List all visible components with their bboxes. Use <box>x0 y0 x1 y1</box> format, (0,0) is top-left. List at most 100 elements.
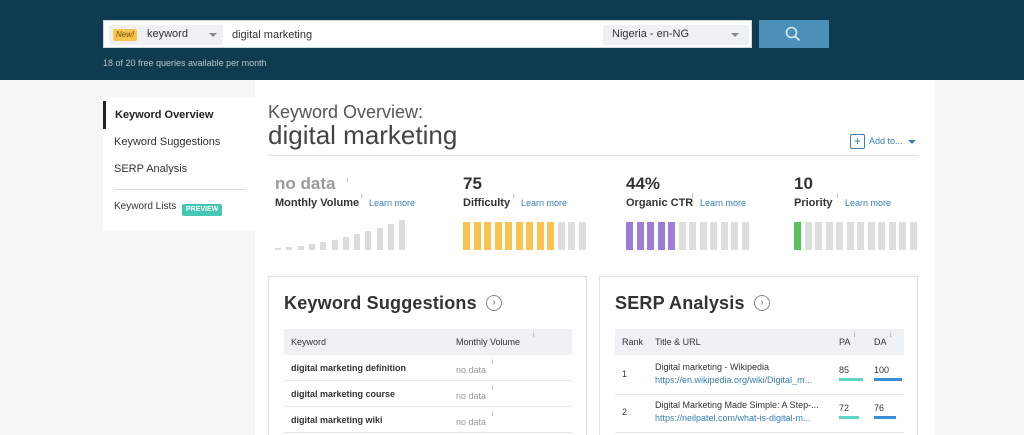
metric-value: 75 <box>463 174 482 193</box>
column-header-rank[interactable]: Rank <box>622 337 643 347</box>
info-icon[interactable]: i <box>492 385 494 392</box>
info-icon[interactable]: i <box>692 193 694 200</box>
info-icon[interactable]: i <box>890 332 892 339</box>
info-icon[interactable]: i <box>854 332 856 339</box>
gauge-segment <box>731 222 738 250</box>
gauge-segment <box>804 222 812 250</box>
info-icon[interactable]: i <box>533 332 535 339</box>
locale-select[interactable]: Nigeria - en-NG <box>603 25 749 45</box>
gauge-segment <box>710 222 717 250</box>
volume-cell: no data <box>456 365 487 375</box>
metric-label: Priority <box>794 197 833 209</box>
quota-text: 18 of 20 free queries available per mont… <box>103 58 267 68</box>
learn-more-link[interactable]: Learn more <box>521 198 567 208</box>
column-header-title-url[interactable]: Title & URL <box>655 337 701 347</box>
learn-more-link[interactable]: Learn more <box>700 198 746 208</box>
arrow-right-icon[interactable]: › <box>486 295 502 311</box>
info-icon[interactable]: i <box>837 193 839 200</box>
table-row[interactable]: digital marketing wiki no data i <box>284 407 572 433</box>
learn-more-link[interactable]: Learn more <box>369 198 415 208</box>
gauge-segment <box>878 222 885 250</box>
table-row[interactable]: 1 Digital marketing - Wikipedia https://… <box>615 357 904 395</box>
search-icon <box>785 26 801 42</box>
gauge-segment <box>473 222 481 250</box>
chevron-down-icon <box>731 33 739 37</box>
result-title[interactable]: Digital marketing - Wikipedia <box>655 362 769 372</box>
keyword-cell[interactable]: digital marketing definition <box>291 363 406 373</box>
locale-value: Nigeria - en-NG <box>612 28 690 40</box>
gauge-segment <box>657 222 665 250</box>
info-icon[interactable]: i <box>492 411 494 418</box>
sidebar: Keyword Overview Keyword Suggestions SER… <box>103 97 255 230</box>
search-type-select[interactable]: New! keyword <box>109 25 223 45</box>
sidebar-item-keyword-overview[interactable]: Keyword Overview <box>103 101 255 129</box>
gauge-segment <box>286 247 293 250</box>
gauge-segment <box>678 222 686 250</box>
gauge-segment <box>354 234 361 250</box>
result-url[interactable]: https://neilpatel.com/what-is-digital-m.… <box>655 413 827 423</box>
gauge-segment <box>794 222 801 250</box>
sidebar-item-serp-analysis[interactable]: SERP Analysis <box>103 155 255 183</box>
gauge-segment <box>825 222 833 250</box>
info-icon[interactable]: i <box>361 193 363 200</box>
organic-ctr-gauge <box>626 220 766 250</box>
table-row[interactable]: 2 Digital Marketing Made Simple: A Step-… <box>615 395 904 433</box>
column-header-monthly-volume[interactable]: Monthly Volume <box>456 337 520 347</box>
pa-value: 85 <box>839 365 850 375</box>
info-icon[interactable]: i <box>492 359 494 366</box>
column-header-pa[interactable]: PA <box>839 337 850 347</box>
metric-label: Difficulty <box>463 197 511 209</box>
gauge-segment <box>494 222 502 250</box>
learn-more-link[interactable]: Learn more <box>845 198 891 208</box>
gauge-segment <box>578 222 586 250</box>
gauge-segment <box>699 222 707 250</box>
gauge-segment <box>857 222 864 250</box>
gauge-segment <box>899 222 906 250</box>
search-button[interactable] <box>759 20 829 48</box>
gauge-segment <box>376 228 383 250</box>
keyword-input[interactable] <box>232 26 602 44</box>
gauge-segment <box>297 246 304 250</box>
sidebar-item-keyword-suggestions[interactable]: Keyword Suggestions <box>103 128 255 156</box>
keyword-cell[interactable]: digital marketing wiki <box>291 415 383 425</box>
gauge-segment <box>308 244 315 250</box>
table-row[interactable]: digital marketing definition no data i <box>284 355 572 381</box>
gauge-segment <box>557 222 565 250</box>
gauge-segment <box>741 222 749 250</box>
table-row[interactable]: digital marketing course no data i <box>284 381 572 407</box>
gauge-segment <box>463 222 470 250</box>
chevron-down-icon <box>908 140 916 144</box>
table-header: Keyword Monthly Volume i <box>284 329 572 355</box>
da-value: 100 <box>874 365 890 375</box>
column-header-da[interactable]: DA <box>874 337 887 347</box>
result-title[interactable]: Digital Marketing Made Simple: A Step-..… <box>655 400 819 410</box>
volume-cell: no data <box>456 391 487 401</box>
result-url[interactable]: https://en.wikipedia.org/wiki/Digital_m.… <box>655 375 827 385</box>
gauge-segment <box>867 222 875 250</box>
arrow-right-icon[interactable]: › <box>754 295 770 311</box>
metric-monthly-volume: no data i Monthly Volume i Learn more <box>275 174 435 254</box>
pa-bar <box>839 416 859 419</box>
sidebar-item-keyword-lists[interactable]: Keyword Lists <box>114 201 176 212</box>
gauge-segment <box>888 222 896 250</box>
keyword-suggestions-panel: Keyword Suggestions › Keyword Monthly Vo… <box>268 276 587 435</box>
info-icon[interactable]: i <box>513 193 515 200</box>
gauge-segment <box>331 240 338 250</box>
info-icon[interactable]: i <box>347 177 349 184</box>
keyword-title: digital marketing <box>268 120 458 150</box>
sidebar-divider <box>114 189 245 190</box>
search-box: New! keyword Nigeria - en-NG <box>103 20 752 48</box>
metric-priority: 10 Priority i Learn more <box>794 174 954 254</box>
rank-cell: 2 <box>622 407 628 417</box>
gauge-segment <box>815 222 822 250</box>
column-header-keyword[interactable]: Keyword <box>291 337 326 347</box>
difficulty-gauge <box>463 220 603 250</box>
keyword-cell[interactable]: digital marketing course <box>291 389 395 399</box>
da-value: 76 <box>874 403 885 413</box>
metric-organic-ctr: 44% Organic CTR i Learn more <box>626 174 786 254</box>
gauge-segment <box>636 222 644 250</box>
gauge-segment <box>568 222 575 250</box>
gauge-segment <box>836 222 843 250</box>
new-badge: New! <box>113 29 138 41</box>
divider <box>268 155 918 156</box>
